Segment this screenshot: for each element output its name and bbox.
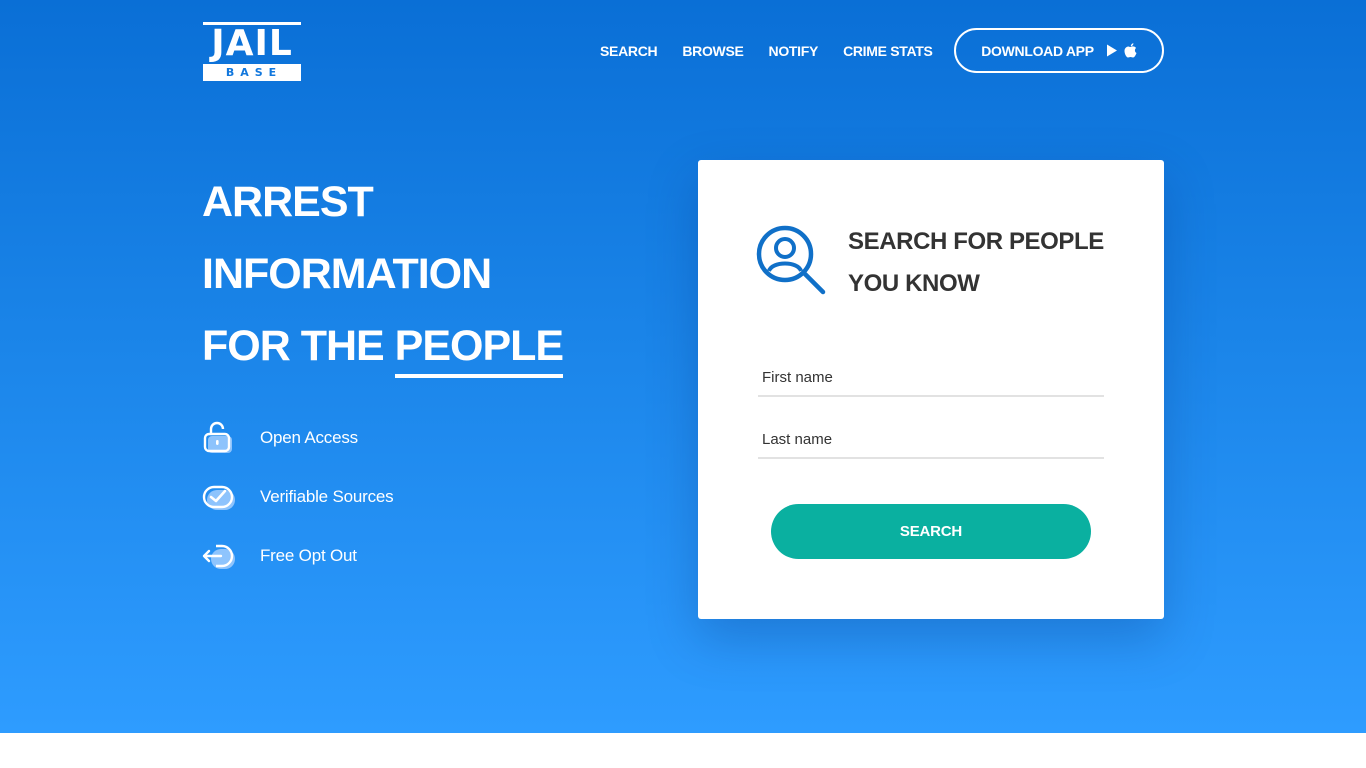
nav-crime-stats[interactable]: CRIME STATS [843, 43, 933, 59]
nav-notify[interactable]: NOTIFY [769, 43, 819, 59]
download-app-button[interactable]: DOWNLOAD APP [954, 28, 1164, 73]
opt-out-icon [202, 544, 235, 569]
nav-browse[interactable]: BROWSE [682, 43, 744, 59]
feature-free-opt-out: Free Opt Out [202, 538, 393, 574]
headline-line-1: ARREST [202, 178, 374, 226]
search-button[interactable]: SEARCH [771, 504, 1091, 559]
hero-section: JAIL BASE SEARCH BROWSE NOTIFY CRIME STA… [0, 0, 1366, 733]
check-circle-icon [202, 485, 235, 510]
search-card-title: SEARCH FOR PEOPLE YOU KNOW [848, 228, 1104, 297]
last-name-input[interactable] [758, 421, 1104, 459]
logo-text-bottom: BASE [203, 64, 301, 81]
search-card: SEARCH FOR PEOPLE YOU KNOW SEARCH [698, 160, 1164, 619]
feature-label-free-opt-out: Free Opt Out [260, 546, 357, 565]
first-name-input[interactable] [758, 359, 1104, 397]
feature-verifiable-sources: Verifiable Sources [202, 479, 394, 515]
download-app-label: DOWNLOAD APP [981, 42, 1094, 59]
jailbase-logo[interactable]: JAIL BASE [203, 22, 301, 81]
feature-open-access: Open Access [202, 420, 393, 456]
feature-list: Open Access Verifiable Sources Free Opt … [202, 420, 394, 597]
person-search-icon [756, 225, 826, 295]
main-nav: SEARCH BROWSE NOTIFY CRIME STATS [590, 28, 948, 73]
play-store-icon [1106, 44, 1117, 57]
feature-label-verifiable-sources: Verifiable Sources [260, 487, 394, 506]
nav-search[interactable]: SEARCH [600, 43, 658, 59]
headline-line-2: INFORMATION [202, 250, 492, 298]
logo-text-top: JAIL [203, 22, 301, 62]
headline-line-3: FOR THE [202, 322, 395, 370]
apple-icon [1124, 43, 1137, 58]
feature-label-open-access: Open Access [260, 428, 358, 447]
headline-emphasis: PEOPLE [394, 318, 564, 378]
hero-headline: ARREST INFORMATION FOR THE PEOPLE [202, 166, 564, 382]
unlock-icon [203, 421, 232, 453]
